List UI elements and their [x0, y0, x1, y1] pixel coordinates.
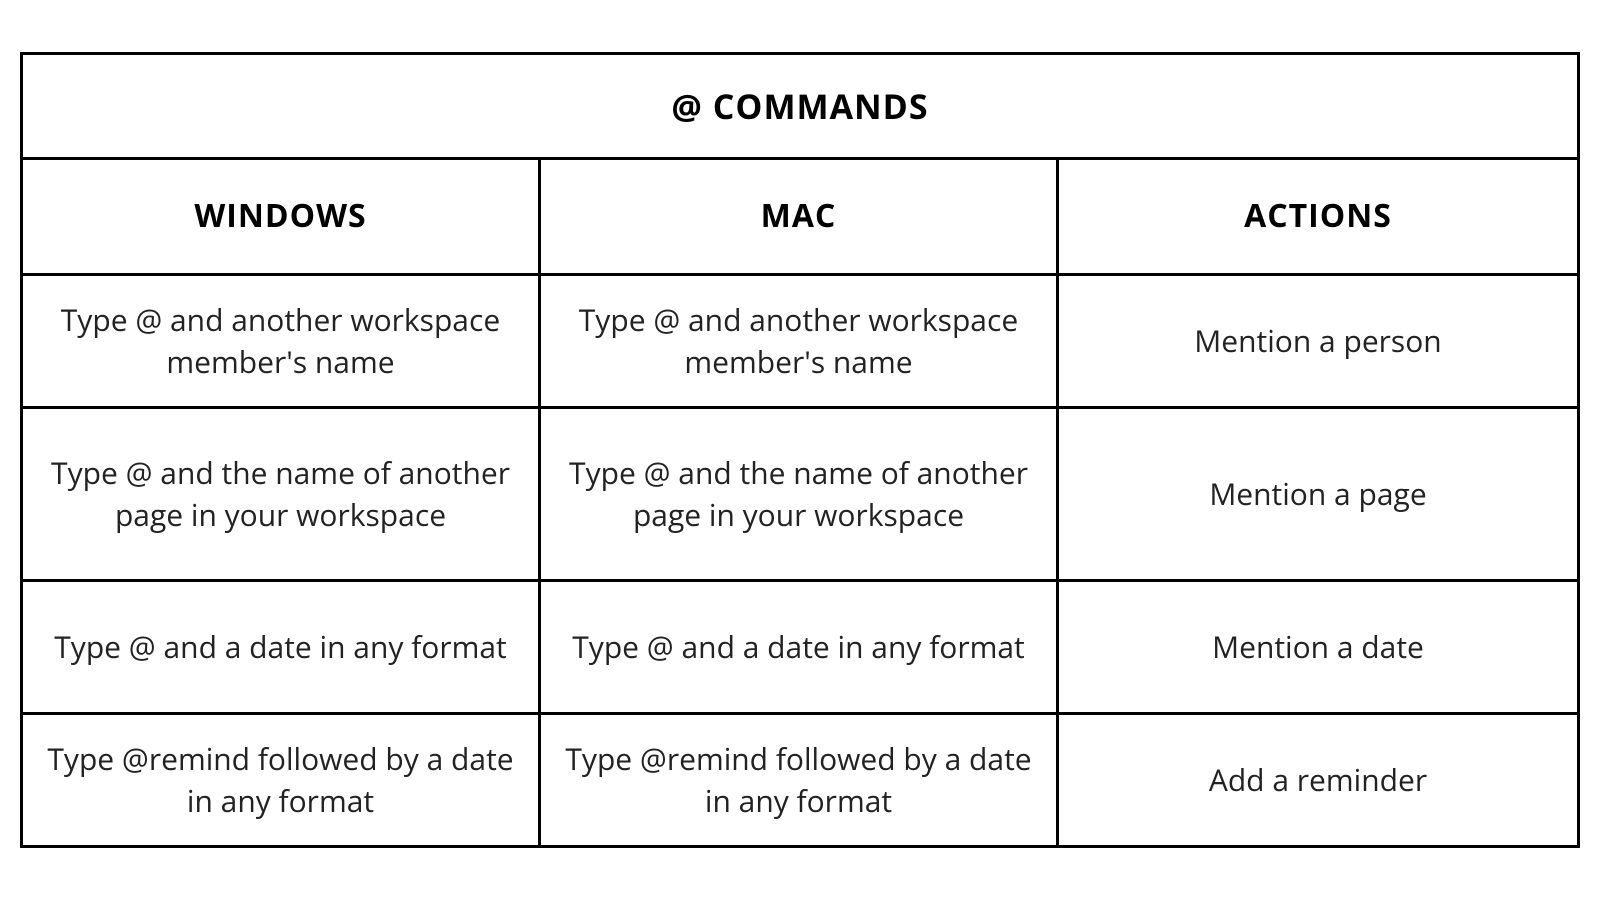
column-header-mac: MAC — [541, 160, 1059, 273]
column-header-windows: WINDOWS — [23, 160, 541, 273]
cell-windows: Type @remind followed by a date in any f… — [23, 715, 541, 845]
column-header-actions: ACTIONS — [1059, 160, 1577, 273]
table-title: @ COMMANDS — [23, 55, 1577, 160]
table-row: Type @ and another workspace member's na… — [23, 276, 1577, 409]
table-row: Type @remind followed by a date in any f… — [23, 715, 1577, 845]
cell-action: Add a reminder — [1059, 715, 1577, 845]
cell-action: Mention a date — [1059, 582, 1577, 712]
at-commands-table: @ COMMANDS WINDOWS MAC ACTIONS Type @ an… — [20, 52, 1580, 848]
table-body: Type @ and another workspace member's na… — [23, 276, 1577, 845]
cell-windows: Type @ and the name of another page in y… — [23, 409, 541, 579]
table-row: Type @ and the name of another page in y… — [23, 409, 1577, 582]
cell-mac: Type @remind followed by a date in any f… — [541, 715, 1059, 845]
table-header-row: WINDOWS MAC ACTIONS — [23, 160, 1577, 276]
cell-mac: Type @ and the name of another page in y… — [541, 409, 1059, 579]
cell-action: Mention a page — [1059, 409, 1577, 579]
cell-mac: Type @ and another workspace member's na… — [541, 276, 1059, 406]
cell-mac: Type @ and a date in any format — [541, 582, 1059, 712]
table-row: Type @ and a date in any format Type @ a… — [23, 582, 1577, 715]
cell-action: Mention a person — [1059, 276, 1577, 406]
cell-windows: Type @ and a date in any format — [23, 582, 541, 712]
cell-windows: Type @ and another workspace member's na… — [23, 276, 541, 406]
